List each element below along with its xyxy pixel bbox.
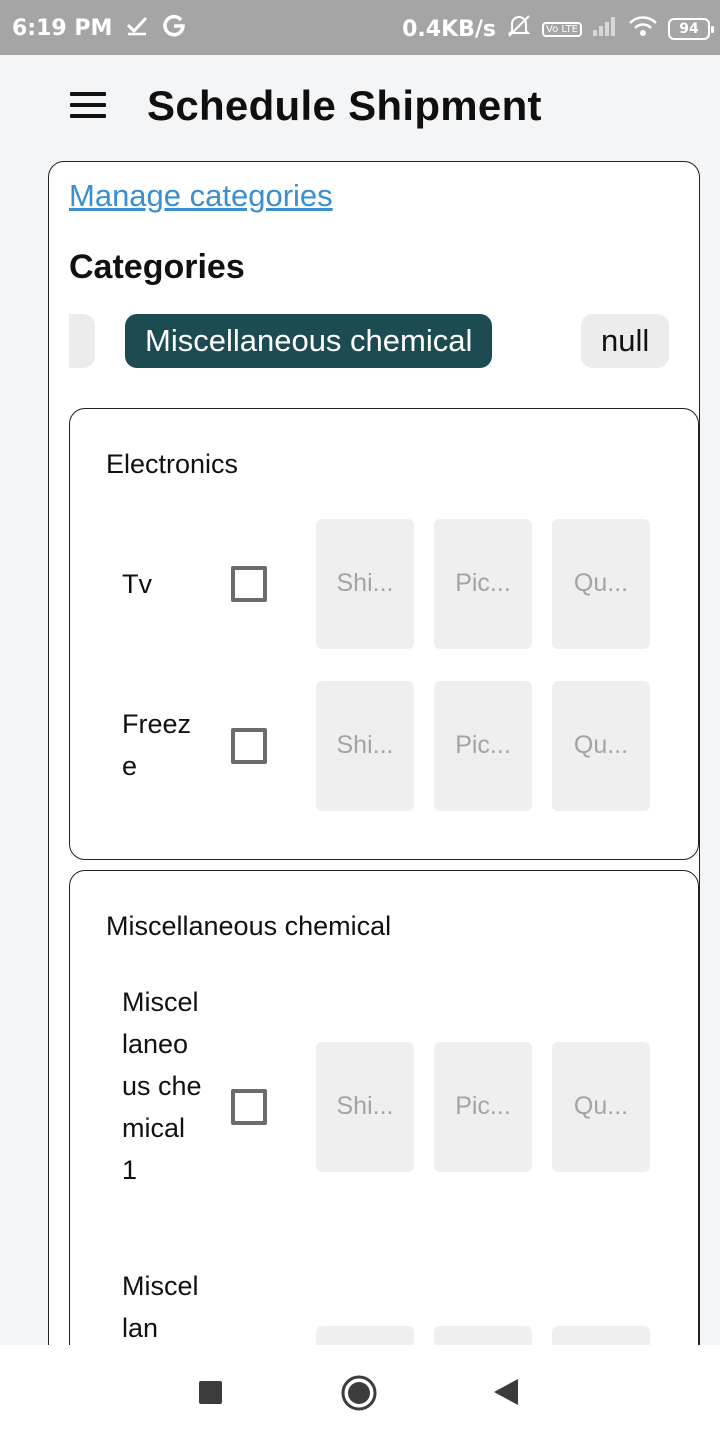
field-placeholder: Pic... — [455, 569, 511, 597]
page-title: Schedule Shipment — [147, 82, 542, 129]
shipping-field[interactable]: Shi... — [316, 1042, 414, 1172]
category-chip[interactable]: s — [69, 314, 95, 368]
volte-icon: Vo LTE — [542, 21, 582, 37]
item-row: Miscellaneous chemical 1 Shi... Pic... Q… — [70, 981, 699, 1231]
hamburger-icon[interactable] — [70, 92, 106, 118]
item-row: Freeze Shi... Pic... Qu... — [70, 681, 699, 811]
pickup-field[interactable]: Pic... — [434, 519, 532, 649]
item-checkbox[interactable] — [231, 566, 267, 602]
field-placeholder: Qu... — [573, 731, 629, 759]
item-name: Miscellaneous chemical 1 — [122, 987, 202, 1185]
quantity-field[interactable]: Qu... — [552, 681, 650, 811]
category-group: Miscellaneous chemical Miscellaneous che… — [69, 870, 699, 1400]
field-placeholder: Shi... — [336, 569, 394, 597]
check-icon — [126, 14, 148, 42]
battery-icon: 94 — [668, 18, 714, 40]
item-row: Tv Shi... Pic... Qu... — [70, 519, 699, 649]
category-group: Electronics Tv Shi... Pic... Qu... Freez… — [69, 408, 699, 860]
field-placeholder: Qu... — [573, 1092, 629, 1120]
quantity-field[interactable]: Qu... — [552, 1042, 650, 1172]
item-name: Tv — [122, 569, 152, 599]
manage-categories-link[interactable]: Manage categories — [69, 178, 333, 214]
category-chip[interactable]: null — [581, 314, 670, 368]
chip-label: Miscellaneous chemical — [145, 323, 473, 358]
item-checkbox[interactable] — [231, 1089, 267, 1125]
home-circle-icon[interactable] — [341, 1375, 377, 1416]
wifi-icon — [628, 15, 658, 43]
shipping-field[interactable]: Shi... — [316, 519, 414, 649]
item-name: Miscellan — [122, 1271, 199, 1343]
recents-square-icon[interactable] — [199, 1381, 222, 1409]
mute-icon — [506, 13, 532, 45]
item-checkbox[interactable] — [231, 728, 267, 764]
categories-heading: Categories — [69, 248, 245, 286]
chip-label: null — [601, 323, 650, 358]
shipping-field[interactable]: Shi... — [316, 681, 414, 811]
status-bar: 6:19 PM 0.4KB/s Vo LTE 94 — [0, 0, 720, 55]
signal-icon — [592, 15, 618, 43]
status-time: 6:19 PM — [12, 15, 113, 41]
field-placeholder: Shi... — [336, 731, 394, 759]
navigation-bar — [0, 1345, 720, 1440]
field-placeholder: Pic... — [455, 731, 511, 759]
field-placeholder: Shi... — [336, 1092, 394, 1120]
field-placeholder: Qu... — [573, 569, 629, 597]
category-chip-selected[interactable]: Miscellaneous chemical — [125, 314, 493, 368]
g-icon — [162, 13, 186, 43]
back-triangle-icon[interactable] — [494, 1379, 518, 1410]
item-name: Freeze — [122, 709, 192, 781]
category-chips: s Miscellaneous chemical null — [69, 314, 681, 370]
pickup-field[interactable]: Pic... — [434, 1042, 532, 1172]
group-title: Miscellaneous chemical — [106, 911, 392, 941]
app-header: Schedule Shipment — [0, 55, 720, 160]
quantity-field[interactable]: Qu... — [552, 519, 650, 649]
group-title: Electronics — [106, 449, 239, 479]
network-speed: 0.4KB/s — [402, 16, 497, 42]
field-placeholder: Pic... — [455, 1092, 511, 1120]
categories-card: Manage categories Categories s Miscellan… — [48, 161, 700, 1401]
pickup-field[interactable]: Pic... — [434, 681, 532, 811]
